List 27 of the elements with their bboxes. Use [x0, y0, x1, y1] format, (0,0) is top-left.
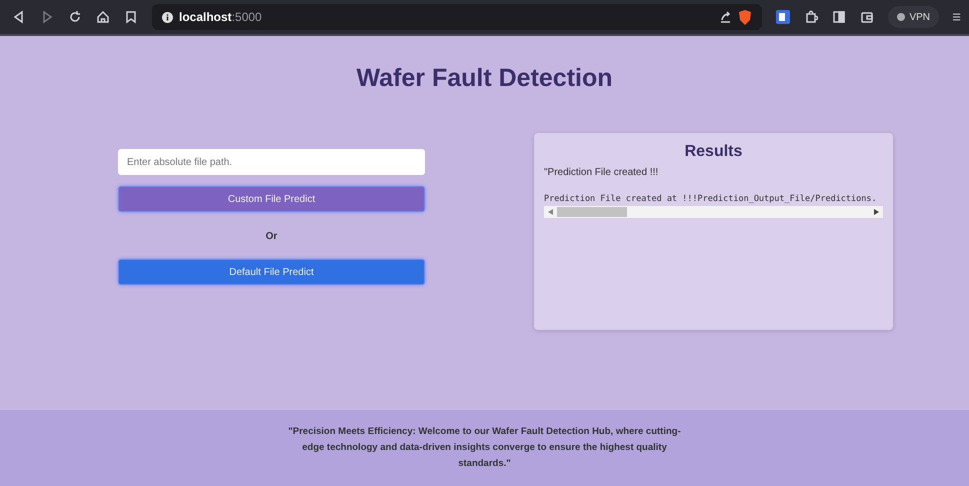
- custom-predict-button[interactable]: Custom File Predict: [118, 186, 425, 212]
- bookmark-icon[interactable]: [124, 10, 138, 24]
- or-separator: Or: [266, 231, 278, 242]
- horizontal-scrollbar[interactable]: [544, 206, 883, 218]
- result-message: "Prediction File created !!!: [544, 167, 660, 178]
- default-predict-button[interactable]: Default File Predict: [118, 259, 425, 285]
- vpn-button[interactable]: VPN: [888, 6, 939, 28]
- footer-quote: "Precision Meets Efficiency: Welcome to our Wafer Fault Detection Hub, where cutting-edge technology and data-driven insights converge to ensure the highest quality standards.": [287, 425, 682, 471]
- sidebar-icon[interactable]: [832, 10, 846, 24]
- home-icon[interactable]: [96, 10, 110, 24]
- file-path-field[interactable]: Enter absolute file path.: [118, 149, 425, 175]
- page-title: Wafer Fault Detection: [356, 64, 613, 93]
- info-icon: [162, 12, 173, 22]
- status-dot-icon: [897, 13, 906, 21]
- wallet-icon[interactable]: [860, 10, 874, 24]
- reload-icon[interactable]: [68, 10, 82, 24]
- scroll-right-icon[interactable]: [874, 209, 879, 215]
- url-host: localhost: [179, 10, 232, 24]
- extension-icon[interactable]: [776, 10, 790, 24]
- url-port: :5000: [232, 10, 262, 24]
- address-bar[interactable]: localhost:5000: [152, 4, 762, 30]
- share-icon[interactable]: [718, 10, 732, 24]
- results-title: Results: [684, 143, 742, 161]
- back-icon[interactable]: [12, 10, 26, 24]
- scroll-left-icon[interactable]: [548, 209, 553, 215]
- shield-icon[interactable]: [738, 10, 752, 24]
- output-text: Prediction File created at !!!Prediction_Output_File/Predictions.: [544, 194, 878, 204]
